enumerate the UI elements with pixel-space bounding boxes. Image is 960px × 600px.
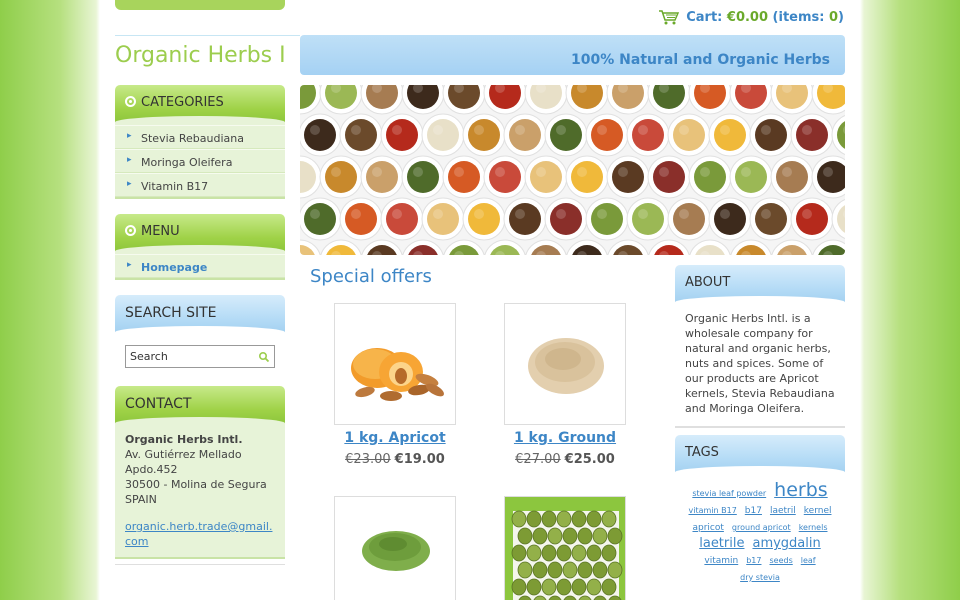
cart-label: Cart: <box>686 9 727 25</box>
tag-link[interactable]: kernels <box>799 521 828 535</box>
tag-link[interactable]: apricot <box>692 521 723 535</box>
header-banner-image <box>300 85 845 255</box>
tag-link[interactable]: ground apricot <box>732 521 791 535</box>
menu-title: MENU <box>141 224 180 239</box>
product-card <box>480 496 650 600</box>
green-powder-image <box>362 531 430 571</box>
contact-address-line: 30500 - Molina de Segura <box>125 478 267 491</box>
tags-header: TAGS <box>675 435 845 476</box>
search-body: Search <box>115 335 285 378</box>
apricot-kernels-image <box>351 348 444 401</box>
contact-email-link[interactable]: organic.herb.trade@gmail.com <box>125 519 275 549</box>
tag-link[interactable]: herbs <box>774 481 828 500</box>
product-image-moringa[interactable] <box>334 496 456 600</box>
tag-link[interactable]: vitamin <box>704 554 738 568</box>
tag-link[interactable]: amygdalin <box>752 537 820 551</box>
cart-summary[interactable]: Cart: €0.00 (items: 0) <box>658 9 844 25</box>
contact-header: CONTACT <box>115 386 285 427</box>
contact-details: Organic Herbs Intl. Av. Gutiérrez Mellad… <box>115 426 285 559</box>
site-logo[interactable]: Organic Herbs Intl. <box>115 43 285 75</box>
tag-link[interactable]: laetrile <box>699 537 744 551</box>
logo-divider <box>115 35 300 36</box>
search-box: SEARCH SITE Search <box>115 295 285 378</box>
tag-link[interactable]: leaf <box>801 554 816 568</box>
about-title: ABOUT <box>685 275 731 290</box>
menu-item-homepage[interactable]: Homepage <box>115 254 285 278</box>
tag-link[interactable]: stevia leaf powder <box>692 487 766 501</box>
slogan-bar: 100% Natural and Organic Herbs <box>300 35 845 75</box>
product-card: 1 kg. Apricot €23.00 €19.00 <box>310 303 480 467</box>
contact-address-line: Apdo.452 <box>125 463 178 476</box>
tag-cloud: stevia leaf powder herbsvitamin B17 b17 lae… <box>675 475 845 593</box>
cart-items-label: (items: <box>768 9 829 25</box>
search-header: SEARCH SITE <box>115 295 285 336</box>
categories-box: CATEGORIES Stevia Rebaudiana Moringa Ole… <box>115 85 285 199</box>
menu-list: Homepage <box>115 254 285 280</box>
category-item-moringa[interactable]: Moringa Oleifera <box>115 149 285 173</box>
categories-list: Stevia Rebaudiana Moringa Oleifera Vitam… <box>115 125 285 199</box>
search-input[interactable]: Search <box>125 345 275 368</box>
contact-title: CONTACT <box>125 396 192 412</box>
circle-bullet-icon <box>125 96 136 107</box>
product-image-apricot[interactable] <box>334 303 456 425</box>
circle-bullet-icon <box>125 225 136 236</box>
search-icon[interactable] <box>258 351 270 363</box>
product-current-price: €19.00 <box>394 452 445 467</box>
page: Cart: €0.00 (items: 0) Organic Herbs Int… <box>100 0 860 600</box>
tag-link[interactable]: dry stevia <box>740 571 780 585</box>
search-placeholder: Search <box>130 350 168 363</box>
shopping-cart-icon[interactable] <box>658 9 680 25</box>
contact-address-line: Av. Gutiérrez Mellado <box>125 448 242 461</box>
categories-header: CATEGORIES <box>115 85 285 126</box>
product-price: €27.00 €25.00 <box>480 452 650 467</box>
category-item-stevia[interactable]: Stevia Rebaudiana <box>115 125 285 149</box>
product-old-price: €23.00 <box>345 452 391 467</box>
search-title: SEARCH SITE <box>125 305 217 321</box>
cart-items-count: 0 <box>829 9 839 25</box>
tag-link[interactable]: b17 <box>746 554 761 568</box>
special-offers-title: Special offers <box>310 266 432 287</box>
about-header: ABOUT <box>675 265 845 306</box>
site-slogan: 100% Natural and Organic Herbs <box>571 52 830 68</box>
cart-link[interactable]: Cart: €0.00 (items: 0) <box>686 10 844 25</box>
contact-country: SPAIN <box>125 493 157 506</box>
contact-box: CONTACT Organic Herbs Intl. Av. Gutiérre… <box>115 386 285 559</box>
tags-title: TAGS <box>685 445 719 460</box>
green-seeds-image <box>505 497 625 600</box>
product-current-price: €25.00 <box>564 452 615 467</box>
tag-link[interactable]: vitamin B17 <box>689 504 737 518</box>
about-text: Organic Herbs Intl. is a wholesale compa… <box>675 305 845 428</box>
tag-link[interactable]: seeds <box>769 554 792 568</box>
contact-company: Organic Herbs Intl. <box>125 433 243 446</box>
tag-link[interactable]: kernel <box>804 504 832 518</box>
tag-link[interactable]: b17 <box>745 504 762 518</box>
tags-box: TAGS stevia leaf powder herbs vitamin B17 b… <box>675 435 845 593</box>
product-image-ground[interactable] <box>504 303 626 425</box>
product-card: 1 kg. Ground €27.00 €25.00 <box>480 303 650 467</box>
product-old-price: €27.00 <box>515 452 561 467</box>
spices-banner-illustration <box>300 85 845 255</box>
product-image-seeds[interactable] <box>504 496 626 600</box>
menu-box: MENU Homepage <box>115 214 285 280</box>
cart-amount: €0.00 <box>726 9 769 25</box>
cart-items-close: ) <box>838 9 844 25</box>
tag-link[interactable]: laetril <box>770 504 796 518</box>
product-name-link[interactable]: 1 kg. Apricot <box>310 430 480 446</box>
product-card <box>310 496 480 600</box>
product-price: €23.00 €19.00 <box>310 452 480 467</box>
categories-title: CATEGORIES <box>141 95 224 110</box>
about-box: ABOUT Organic Herbs Intl. is a wholesale… <box>675 265 845 428</box>
product-name-link[interactable]: 1 kg. Ground <box>480 430 650 446</box>
ground-powder-image <box>528 338 604 394</box>
top-tab <box>115 0 285 10</box>
sidebar-divider <box>115 564 285 565</box>
menu-header: MENU <box>115 214 285 255</box>
category-item-vitamin-b17[interactable]: Vitamin B17 <box>115 173 285 197</box>
